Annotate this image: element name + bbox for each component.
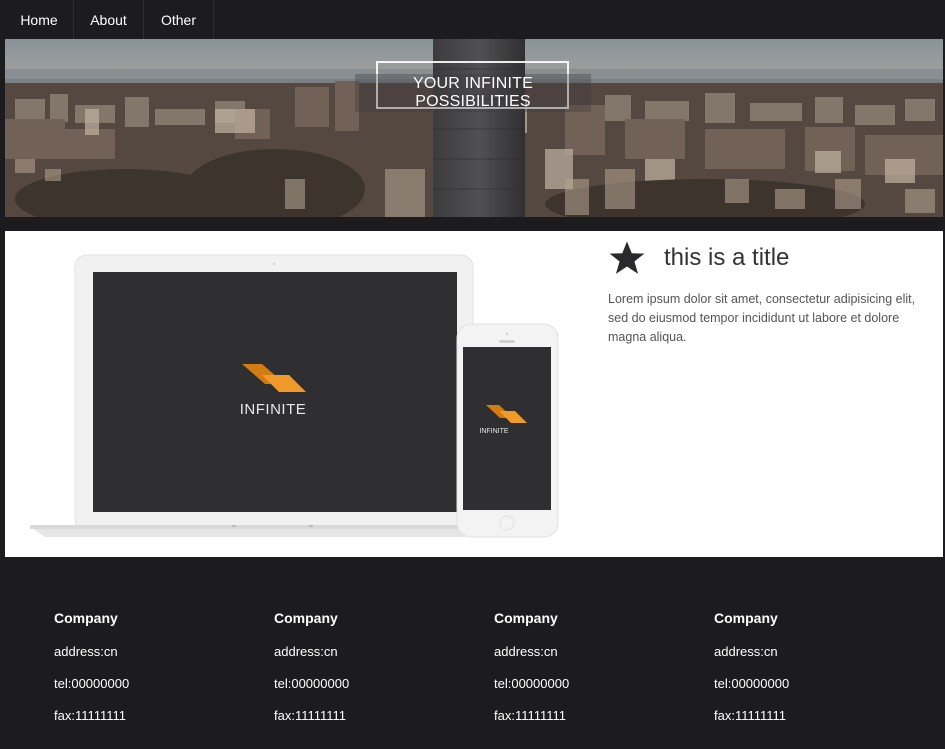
footer-column: Company address:cn tel:00000000 fax:1111… [54, 610, 254, 726]
footer-fax: fax:11111111 [274, 708, 347, 723]
footer-fax: fax:11111111 [494, 708, 567, 723]
footer-company-title: Company [494, 610, 558, 626]
footer-company-title: Company [54, 610, 118, 626]
laptop-brand-text: INFINITE [239, 401, 307, 418]
footer-address: address:cn [714, 644, 778, 659]
footer-address: address:cn [494, 644, 558, 659]
hero-title: YOUR INFINITE POSSIBILITIES [355, 74, 591, 112]
footer-tel: tel:00000000 [714, 676, 790, 691]
footer-address: address:cn [274, 644, 338, 659]
footer-tel: tel:00000000 [274, 676, 350, 691]
feature-section: INFINITE INFINITE this is a title Lorem … [5, 231, 943, 557]
feature-text-block: this is a title Lorem ipsum dolor sit am… [608, 238, 928, 347]
footer-column: Company address:cn tel:00000000 fax:1111… [714, 610, 914, 726]
nav-other[interactable]: Other [144, 0, 214, 39]
footer-fax: fax:11111111 [54, 708, 127, 723]
footer-company-title: Company [714, 610, 778, 626]
footer-fax: fax:11111111 [714, 708, 787, 723]
top-navbar: Home About Other [0, 0, 945, 39]
footer-address: address:cn [54, 644, 118, 659]
footer-column: Company address:cn tel:00000000 fax:1111… [274, 610, 474, 726]
star-icon [609, 241, 645, 274]
hero-banner: YOUR INFINITE POSSIBILITIES [5, 39, 943, 217]
footer-tel: tel:00000000 [54, 676, 130, 691]
feature-heading: this is a title [608, 238, 928, 278]
phone-brand-text: INFINITE [479, 428, 509, 435]
nav-about[interactable]: About [74, 0, 144, 39]
hero-divider [5, 217, 943, 231]
footer: Company address:cn tel:00000000 fax:1111… [5, 557, 943, 749]
footer-column: Company address:cn tel:00000000 fax:1111… [494, 610, 694, 726]
footer-tel: tel:00000000 [494, 676, 570, 691]
footer-company-title: Company [274, 610, 338, 626]
feature-title: this is a title [664, 244, 790, 271]
feature-description: Lorem ipsum dolor sit amet, consectetur … [608, 292, 916, 344]
nav-home[interactable]: Home [5, 0, 74, 39]
